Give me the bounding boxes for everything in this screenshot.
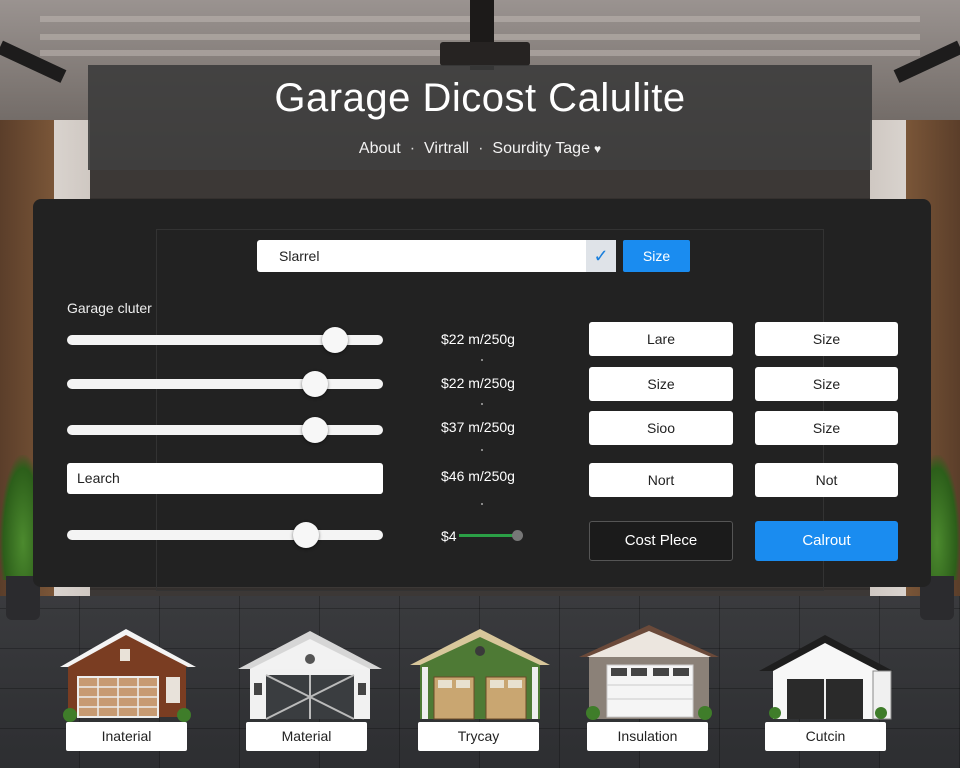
page-title: Garage Dicost Calulite <box>274 76 686 120</box>
nav-item-about[interactable]: About <box>359 140 401 157</box>
check-icon[interactable]: ✓ <box>586 240 616 272</box>
slider-track <box>67 379 383 389</box>
lookup-input[interactable]: Learch <box>67 463 383 494</box>
option-button[interactable]: Size <box>755 322 898 356</box>
style-card-brown[interactable]: Inaterial <box>58 625 198 751</box>
nav-item-sourdity-tage[interactable]: Sourdity Tage ♥ <box>492 140 601 157</box>
option-button[interactable]: Sioo <box>589 411 733 445</box>
divider-dot <box>481 359 483 361</box>
nav-separator: · <box>478 140 484 157</box>
nav-item-label: Sourdity Tage <box>492 140 590 157</box>
slider-1[interactable] <box>67 327 383 353</box>
style-card-grey[interactable]: Insulation <box>579 625 719 751</box>
garage-opener <box>440 42 530 66</box>
grey-garage-icon <box>579 625 719 720</box>
top-nav: About · Virtrall · Sourdity Tage ♥ <box>0 140 960 158</box>
slider-thumb[interactable] <box>322 327 349 353</box>
divider-dot <box>481 503 483 505</box>
option-button[interactable]: Size <box>755 367 898 401</box>
slider-thumb[interactable] <box>301 371 328 397</box>
option-button[interactable]: Size <box>589 367 733 401</box>
option-button[interactable]: Size <box>755 411 898 445</box>
slider-2[interactable] <box>67 371 383 397</box>
slider-4[interactable] <box>67 522 383 548</box>
divider-dot <box>481 403 483 405</box>
search-input[interactable]: Slarrel <box>257 240 616 272</box>
divider-dot <box>481 449 483 451</box>
price-value: $22 m/250g <box>441 375 515 391</box>
price-value: $46 m/250g <box>441 468 515 484</box>
size-button[interactable]: Size <box>623 240 690 272</box>
style-card-black-roof[interactable]: Cutcin <box>757 625 897 751</box>
nav-item-virtrall[interactable]: Virtrall <box>424 140 469 157</box>
slider-thumb[interactable] <box>293 522 320 548</box>
brown-garage-icon <box>60 629 196 722</box>
white-garage-icon <box>238 631 382 720</box>
style-card-green[interactable]: Trycay <box>410 625 550 751</box>
style-card-label: Inaterial <box>66 722 187 751</box>
slider-track <box>67 530 383 540</box>
slider-track <box>67 425 383 435</box>
heart-chevron-icon: ♥ <box>593 142 602 156</box>
calculate-button[interactable]: Calrout <box>755 521 898 561</box>
price-value: $4 <box>441 528 457 544</box>
slider-3[interactable] <box>67 417 383 443</box>
section-label: Garage cluter <box>67 300 152 316</box>
green-garage-icon <box>410 629 550 720</box>
option-button[interactable]: Nort <box>589 463 733 497</box>
option-button[interactable]: Not <box>755 463 898 497</box>
slider-thumb[interactable] <box>301 417 328 443</box>
style-card-label: Material <box>246 722 367 751</box>
price-value: $22 m/250g <box>441 331 515 347</box>
style-card-label: Trycay <box>418 722 539 751</box>
price-value: $37 m/250g <box>441 419 515 435</box>
option-button[interactable]: Lare <box>589 322 733 356</box>
style-card-label: Insulation <box>587 722 708 751</box>
style-card-white[interactable]: Material <box>238 625 382 751</box>
style-card-label: Cutcin <box>765 722 886 751</box>
nav-separator: · <box>409 140 416 157</box>
black-roof-garage-icon <box>759 635 893 720</box>
mini-progress-thumb[interactable] <box>512 530 523 541</box>
cost-piece-button[interactable]: Cost Plece <box>589 521 733 561</box>
